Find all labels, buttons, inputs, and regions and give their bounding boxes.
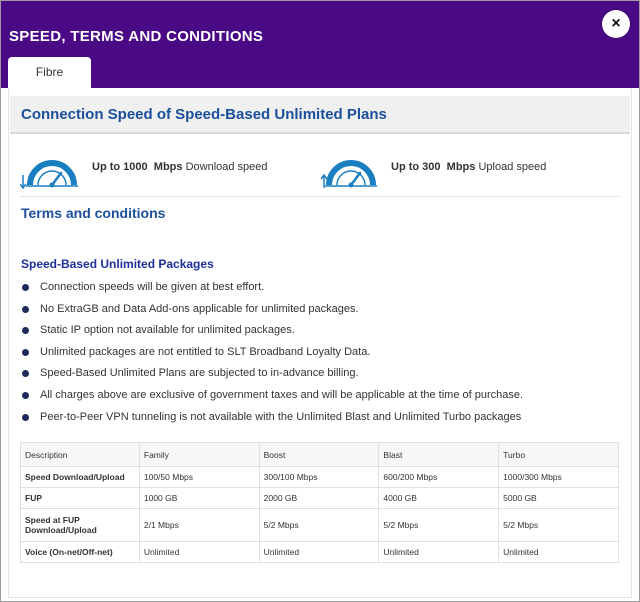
list-item: No ExtraGB and Data Add-ons applicable f…	[20, 299, 523, 321]
table-row: FUP 1000 GB 2000 GB 4000 GB 5000 GB	[20, 487, 619, 509]
list-item: Static IP option not available for unlim…	[20, 320, 523, 342]
upload-unit: Mbps	[446, 161, 476, 173]
modal-title: SPEED, TERMS AND CONDITIONS	[9, 28, 264, 45]
close-button[interactable]: ×	[602, 10, 630, 38]
upload-speedometer-icon	[320, 160, 377, 188]
download-speed-text: Up to 1000 Mbps Download speed	[92, 161, 268, 173]
terms-list: Connection speeds will be given at best …	[20, 277, 523, 428]
download-label: Download speed	[185, 161, 268, 173]
tab-label: Fibre	[35, 65, 64, 79]
table-cell: 5/2 Mbps	[258, 508, 380, 542]
column-header: Blast	[378, 442, 500, 467]
package-title: Speed-Based Unlimited Packages	[21, 257, 214, 271]
table-cell: 2/1 Mbps	[138, 508, 260, 542]
table-cell: 300/100 Mbps	[258, 466, 380, 488]
table-cell: Unlimited	[138, 541, 260, 563]
table-cell: 5/2 Mbps	[378, 508, 500, 542]
section-title: Connection Speed of Speed-Based Unlimite…	[21, 106, 387, 123]
terms-title: Terms and conditions	[21, 205, 166, 221]
section-banner: Connection Speed of Speed-Based Unlimite…	[10, 96, 630, 134]
close-icon: ×	[611, 15, 621, 32]
table-header-row: Description Family Boost Blast Turbo	[20, 442, 619, 467]
row-label: FUP	[20, 487, 140, 509]
table-cell: 4000 GB	[378, 487, 500, 509]
table-cell: 100/50 Mbps	[138, 466, 260, 488]
list-item: Speed-Based Unlimited Plans are subjecte…	[20, 363, 523, 385]
plans-table: Description Family Boost Blast Turbo Spe…	[20, 442, 619, 563]
download-unit: Mbps	[153, 161, 183, 173]
download-prefix: Up to	[92, 161, 121, 173]
table-cell: 600/200 Mbps	[378, 466, 500, 488]
list-item: Connection speeds will be given at best …	[20, 277, 523, 299]
column-header: Description	[20, 442, 140, 467]
row-label: Voice (On-net/Off-net)	[20, 541, 140, 563]
section-divider	[20, 196, 619, 197]
upload-label: Upload speed	[478, 161, 547, 173]
table-cell: 5000 GB	[498, 487, 619, 509]
table-row: Speed at FUP Download/Upload 2/1 Mbps 5/…	[20, 508, 619, 542]
column-header: Boost	[258, 442, 380, 467]
upload-prefix: Up to	[391, 161, 420, 173]
table-cell: Unlimited	[498, 541, 619, 563]
row-label: Speed at FUP Download/Upload	[20, 508, 140, 542]
table-cell: Unlimited	[378, 541, 500, 563]
table-cell: Unlimited	[258, 541, 380, 563]
column-header: Turbo	[498, 442, 619, 467]
speed-terms-modal: SPEED, TERMS AND CONDITIONS × Fibre Conn…	[0, 0, 640, 602]
table-row: Speed Download/Upload 100/50 Mbps 300/10…	[20, 466, 619, 488]
table-cell: 2000 GB	[258, 487, 380, 509]
table-row: Voice (On-net/Off-net) Unlimited Unlimit…	[20, 541, 619, 563]
row-label: Speed Download/Upload	[20, 466, 140, 488]
list-item: All charges above are exclusive of gover…	[20, 385, 523, 407]
tab-fibre[interactable]: Fibre	[8, 57, 91, 88]
download-value: 1000	[123, 161, 148, 173]
upload-speed-text: Up to 300 Mbps Upload speed	[391, 161, 546, 173]
upload-value: 300	[422, 161, 441, 173]
modal-header: SPEED, TERMS AND CONDITIONS × Fibre	[1, 1, 639, 88]
list-item: Peer-to-Peer VPN tunneling is not availa…	[20, 407, 523, 429]
list-item: Unlimited packages are not entitled to S…	[20, 342, 523, 364]
table-cell: 1000/300 Mbps	[498, 466, 619, 488]
table-cell: 5/2 Mbps	[498, 508, 619, 542]
column-header: Family	[138, 442, 260, 467]
table-cell: 1000 GB	[138, 487, 260, 509]
download-speedometer-icon	[20, 160, 78, 190]
